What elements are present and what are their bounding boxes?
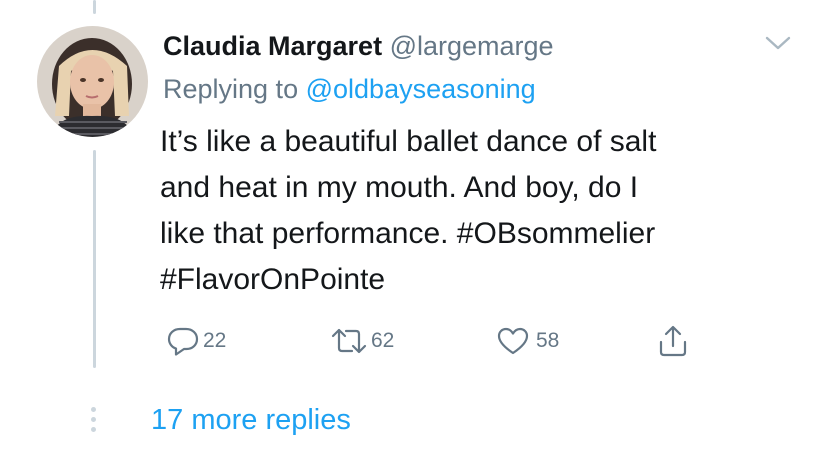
replying-to-label: Replying to — [163, 74, 299, 104]
like-button[interactable]: 58 — [496, 324, 559, 358]
like-count: 58 — [536, 329, 560, 352]
tweet-menu-button[interactable] — [764, 33, 792, 53]
author-handle[interactable]: @largemarge — [390, 31, 554, 61]
tweet-text-line: like that performance. #OBsommelier — [160, 217, 656, 250]
more-replies-link[interactable]: 17 more replies — [151, 402, 351, 438]
retweet-button[interactable]: 62 — [330, 324, 394, 358]
avatar[interactable] — [37, 26, 148, 137]
tweet-text-line: and heat in my mouth. And boy, do I — [160, 171, 639, 204]
replying-to-handle[interactable]: @oldbayseasoning — [306, 74, 536, 104]
reply-icon — [167, 327, 199, 356]
author-name[interactable]: Claudia Margaret — [163, 31, 382, 61]
tweet-text-line: It’s like a beautiful ballet dance of sa… — [160, 125, 657, 158]
heart-icon — [497, 327, 529, 355]
thread-line — [93, 150, 96, 368]
tweet-header: Claudia Margaret @largemarge — [163, 28, 554, 64]
share-button[interactable] — [656, 324, 690, 358]
chevron-down-icon — [765, 36, 791, 50]
thread-line-top — [93, 0, 96, 14]
more-replies-dots-icon — [89, 407, 99, 433]
replying-to: Replying to @oldbayseasoning — [163, 71, 536, 107]
retweet-icon — [331, 328, 367, 354]
reply-count: 22 — [203, 329, 227, 352]
tweet-text: It’s like a beautiful ballet dance of sa… — [160, 119, 780, 303]
retweet-count: 62 — [371, 329, 395, 352]
tweet-text-line: #FlavorOnPointe — [160, 263, 386, 296]
reply-button[interactable]: 22 — [166, 324, 226, 358]
share-icon — [659, 325, 687, 357]
avatar-image — [37, 26, 148, 137]
